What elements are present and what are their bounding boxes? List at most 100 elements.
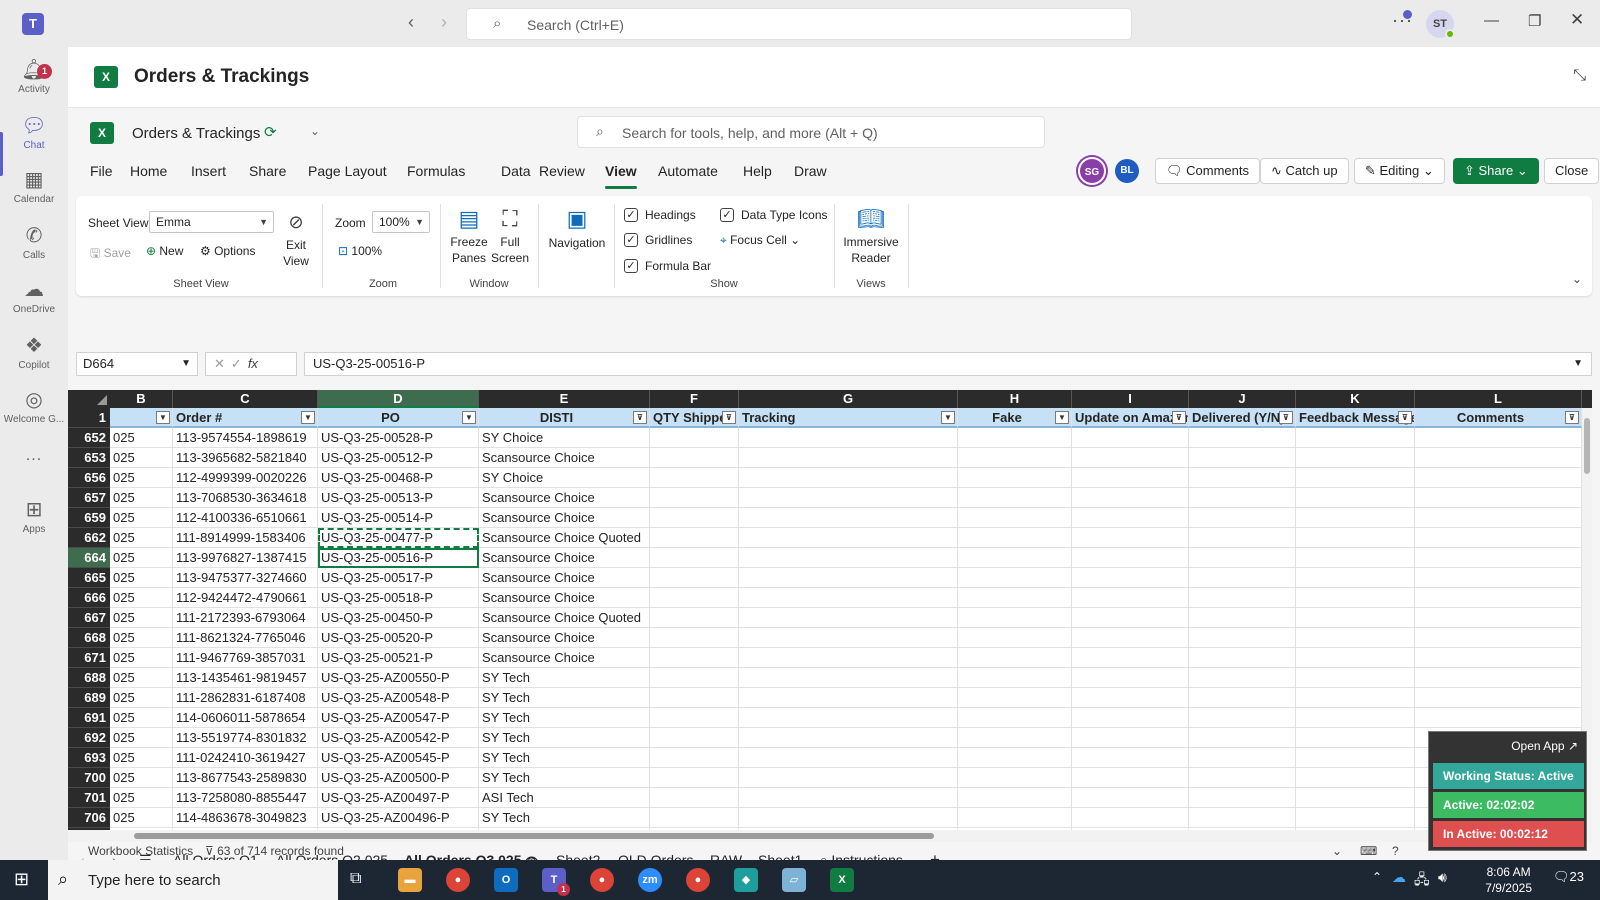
column-header-h[interactable]: H: [958, 390, 1072, 408]
rail-welcome[interactable]: ◎ Welcome G...: [0, 387, 68, 425]
rail-calls[interactable]: ✆ Calls: [0, 223, 68, 261]
table-cell[interactable]: [650, 708, 739, 728]
teams-logo-icon[interactable]: T: [22, 13, 44, 35]
table-cell[interactable]: US-Q3-25-00477-P: [318, 528, 479, 548]
column-header-k[interactable]: K: [1296, 390, 1415, 408]
exit-view-button[interactable]: ⊘ Exit View: [281, 212, 311, 269]
row-header[interactable]: 693: [68, 748, 110, 768]
outlook-icon[interactable]: O: [494, 868, 518, 892]
table-cell[interactable]: [958, 628, 1072, 648]
scroll-thumb[interactable]: [1584, 418, 1590, 474]
column-header-j[interactable]: J: [1189, 390, 1296, 408]
table-cell[interactable]: Scansource Choice: [479, 548, 650, 568]
collaborator-avatar-sg[interactable]: SG: [1078, 157, 1106, 185]
row-header[interactable]: 692: [68, 728, 110, 748]
editing-button[interactable]: ✎ Editing ⌄: [1354, 158, 1445, 184]
table-cell[interactable]: SY Tech: [479, 688, 650, 708]
table-cell[interactable]: [1189, 568, 1296, 588]
table-cell[interactable]: 025: [110, 588, 173, 608]
table-cell[interactable]: [1072, 748, 1189, 768]
table-cell[interactable]: [739, 488, 958, 508]
table-cell[interactable]: 025: [110, 688, 173, 708]
table-cell[interactable]: 025: [110, 528, 173, 548]
table-cell[interactable]: [739, 608, 958, 628]
close-button[interactable]: Close: [1544, 158, 1600, 184]
table-cell[interactable]: [650, 608, 739, 628]
table-cell[interactable]: Scansource Choice: [479, 508, 650, 528]
full-screen-button[interactable]: ⛶ Full Screen: [490, 206, 530, 266]
app-icon[interactable]: ◆: [734, 868, 758, 892]
table-cell[interactable]: [739, 648, 958, 668]
expand-formula-icon[interactable]: ▼: [1573, 353, 1583, 375]
table-cell[interactable]: 025: [110, 548, 173, 568]
table-cell[interactable]: [1072, 468, 1189, 488]
table-cell[interactable]: [650, 728, 739, 748]
table-cell[interactable]: 113-8677543-2589830: [173, 768, 318, 788]
table-cell[interactable]: 025: [110, 788, 173, 808]
table-cell[interactable]: [1189, 508, 1296, 528]
filter-dropdown-icon[interactable]: ⊽: [722, 411, 736, 424]
saved-status-icon[interactable]: ⟳: [264, 123, 277, 141]
back-arrow-icon[interactable]: ‹: [408, 12, 414, 33]
table-cell[interactable]: 113-1435461-9819457: [173, 668, 318, 688]
table-cell[interactable]: [1296, 808, 1415, 828]
table-cell[interactable]: 025: [110, 748, 173, 768]
table-cell[interactable]: [1296, 648, 1415, 668]
row-header[interactable]: 666: [68, 588, 110, 608]
column-title-cell[interactable]: ▼: [110, 408, 173, 428]
table-cell[interactable]: [739, 748, 958, 768]
table-cell[interactable]: Scansource Choice: [479, 568, 650, 588]
table-cell[interactable]: [1296, 688, 1415, 708]
filter-dropdown-icon[interactable]: ⊽: [633, 411, 647, 424]
table-cell[interactable]: [958, 708, 1072, 728]
column-title-cell[interactable]: DISTI ⊽: [479, 408, 650, 428]
column-header-d[interactable]: D: [318, 390, 479, 408]
gridlines-checkbox[interactable]: ✓: [624, 233, 638, 247]
table-cell[interactable]: [1296, 708, 1415, 728]
network-icon[interactable]: 🖧︎: [1414, 869, 1430, 893]
immersive-reader-button[interactable]: 📖︎ Immersive Reader: [840, 206, 902, 266]
windows-start-icon[interactable]: ⊞: [14, 869, 29, 890]
table-cell[interactable]: [958, 728, 1072, 748]
minimize-icon[interactable]: —: [1484, 12, 1499, 29]
user-avatar[interactable]: ST: [1426, 10, 1455, 39]
table-cell[interactable]: 025: [110, 608, 173, 628]
table-cell[interactable]: [1072, 448, 1189, 468]
table-cell[interactable]: [650, 808, 739, 828]
table-cell[interactable]: [1296, 728, 1415, 748]
rail-activity[interactable]: 🔔︎ Activity 1: [0, 57, 68, 95]
row-header[interactable]: 688: [68, 668, 110, 688]
table-cell[interactable]: [650, 788, 739, 808]
table-cell[interactable]: 025: [110, 428, 173, 448]
data-type-icons-checkbox[interactable]: ✓: [720, 208, 734, 222]
rail-copilot[interactable]: ❖ Copilot: [0, 333, 68, 371]
table-cell[interactable]: [1189, 428, 1296, 448]
table-cell[interactable]: [1296, 748, 1415, 768]
table-cell[interactable]: US-Q3-25-AZ00548-P: [318, 688, 479, 708]
table-cell[interactable]: US-Q3-25-AZ00547-P: [318, 708, 479, 728]
table-cell[interactable]: US-Q3-25-AZ00542-P: [318, 728, 479, 748]
table-cell[interactable]: [739, 628, 958, 648]
table-cell[interactable]: [739, 768, 958, 788]
table-cell[interactable]: [1296, 788, 1415, 808]
chrome-icon[interactable]: ●: [446, 868, 470, 892]
table-cell[interactable]: [1415, 608, 1582, 628]
table-cell[interactable]: [1189, 528, 1296, 548]
table-cell[interactable]: [1189, 728, 1296, 748]
table-cell[interactable]: [739, 448, 958, 468]
row-header[interactable]: 659: [68, 508, 110, 528]
volume-icon[interactable]: 🔊︎: [1438, 869, 1447, 886]
table-cell[interactable]: [650, 688, 739, 708]
table-cell[interactable]: [1415, 528, 1582, 548]
notepad-icon[interactable]: ▱: [782, 868, 806, 892]
table-cell[interactable]: US-Q3-25-AZ00500-P: [318, 768, 479, 788]
table-cell[interactable]: Scansource Choice: [479, 588, 650, 608]
table-cell[interactable]: US-Q3-25-00521-P: [318, 648, 479, 668]
table-cell[interactable]: [1072, 668, 1189, 688]
file-title[interactable]: Orders & Trackings: [132, 125, 260, 142]
table-cell[interactable]: [958, 668, 1072, 688]
table-cell[interactable]: [958, 648, 1072, 668]
table-cell[interactable]: 113-7068530-3634618: [173, 488, 318, 508]
restore-icon[interactable]: ❐: [1528, 12, 1541, 30]
filter-dropdown-icon[interactable]: ⊽: [1279, 411, 1293, 424]
